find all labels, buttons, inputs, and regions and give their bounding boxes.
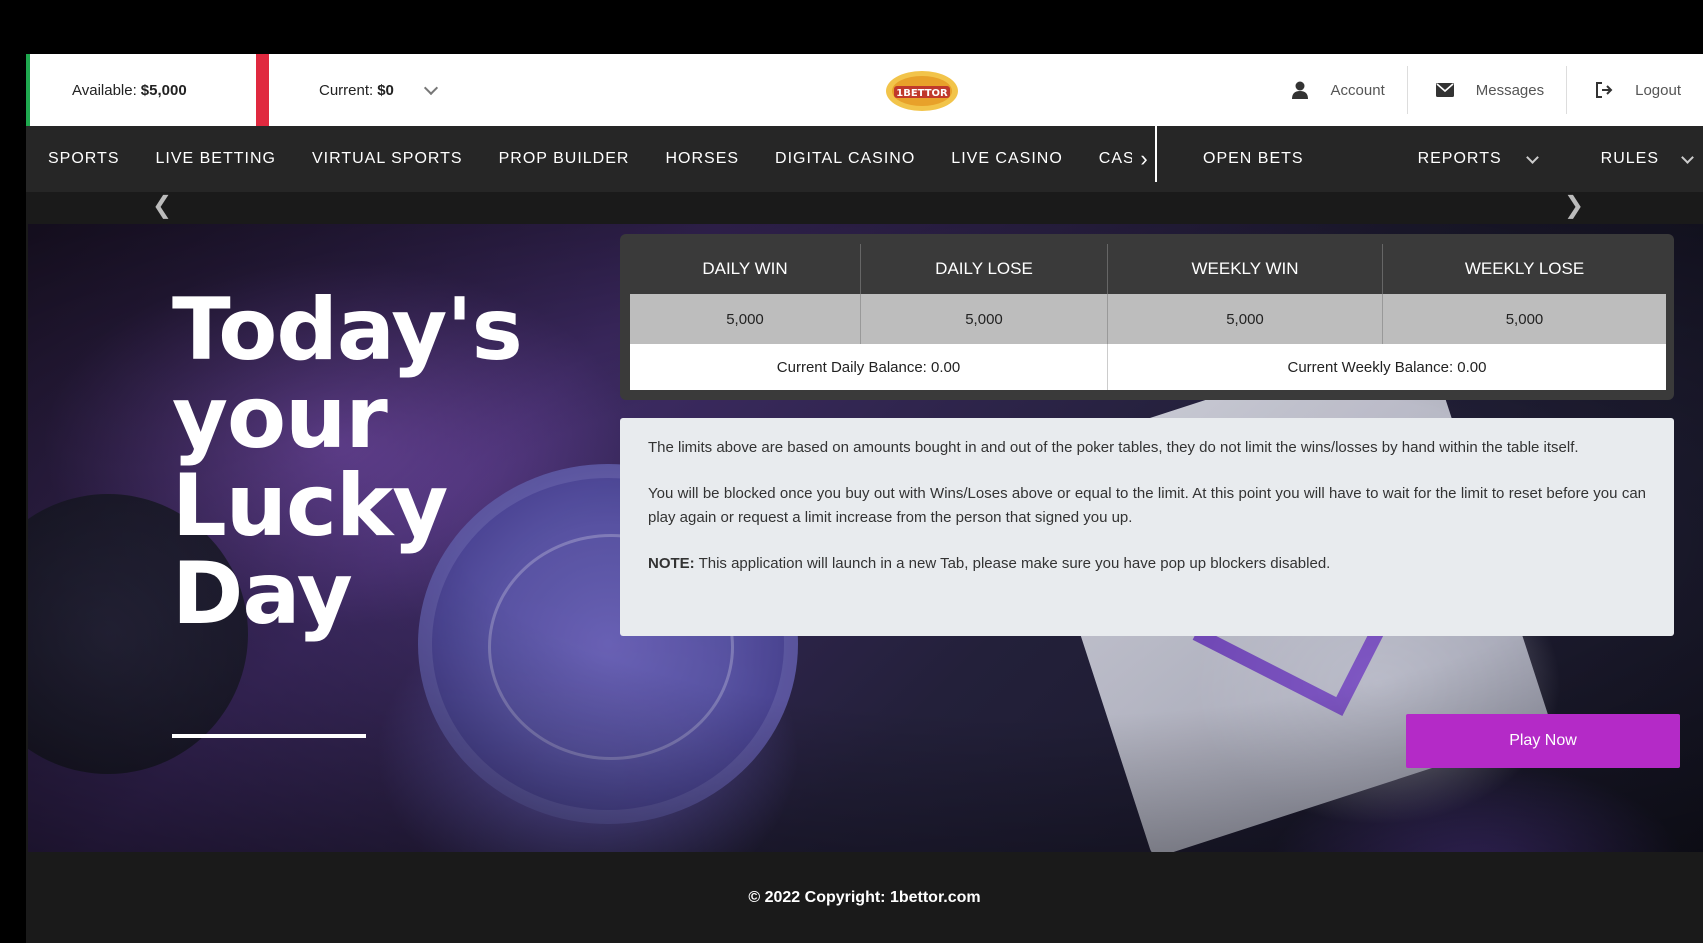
carousel-next-icon[interactable]: ❯ bbox=[1564, 192, 1584, 220]
nav-right: OPEN BETS REPORTS RULES bbox=[1157, 126, 1694, 192]
current-balance-dropdown[interactable]: Current: $0 bbox=[256, 54, 486, 126]
footer-copyright: © 2022 Copyright: 1bettor.com bbox=[26, 852, 1703, 943]
notes-paragraph: The limits above are based on amounts bo… bbox=[648, 439, 1579, 456]
account-link[interactable]: Account bbox=[1263, 66, 1407, 114]
limits-notes: The limits above are based on amounts bo… bbox=[620, 418, 1674, 636]
current-daily-balance: Current Daily Balance: 0.00 bbox=[630, 344, 1108, 390]
chevron-right-icon: › bbox=[1140, 146, 1148, 171]
nav-item-live-betting[interactable]: LIVE BETTING bbox=[156, 150, 276, 168]
notes-note: NOTE: This application will launch in a … bbox=[648, 552, 1646, 576]
header-weekly-win: WEEKLY WIN bbox=[1107, 244, 1383, 294]
value-weekly-win: 5,000 bbox=[1107, 294, 1383, 344]
hero-banner: Today's your Lucky Day DAILY WIN DAILY L… bbox=[28, 224, 1703, 852]
limits-panel: DAILY WIN DAILY LOSE WEEKLY WIN WEEKLY L… bbox=[620, 234, 1674, 400]
nav-item-rules[interactable]: RULES bbox=[1601, 150, 1659, 168]
header-daily-lose: DAILY LOSE bbox=[860, 244, 1108, 294]
logout-icon bbox=[1596, 82, 1613, 98]
available-label: Available: bbox=[72, 81, 137, 99]
play-now-button[interactable]: Play Now bbox=[1406, 714, 1680, 768]
note-text: This application will launch in a new Ta… bbox=[694, 555, 1331, 572]
logo-text: 1BETTOR bbox=[896, 88, 948, 99]
current-label: Current: bbox=[319, 81, 374, 99]
logout-label: Logout bbox=[1635, 81, 1681, 99]
messages-label: Messages bbox=[1475, 81, 1545, 99]
nav-item-casino[interactable]: CASINO bbox=[1099, 150, 1134, 168]
app-window: Available: $5,000 Current: $0 1BETTOR Ac… bbox=[26, 54, 1703, 943]
chevron-down-icon bbox=[423, 80, 438, 96]
current-weekly-balance: Current Weekly Balance: 0.00 bbox=[1107, 344, 1666, 390]
hero-headline: Today's your Lucky Day bbox=[172, 280, 523, 644]
value-daily-lose: 5,000 bbox=[860, 294, 1108, 344]
value-weekly-lose: 5,000 bbox=[1382, 294, 1666, 344]
nav-scroll-right-button[interactable]: › bbox=[1132, 126, 1156, 192]
site-logo[interactable]: 1BETTOR bbox=[884, 68, 960, 114]
account-label: Account bbox=[1330, 81, 1385, 99]
note-label: NOTE: bbox=[648, 555, 695, 572]
nav-item-live-casino[interactable]: LIVE CASINO bbox=[951, 150, 1062, 168]
available-balance: Available: $5,000 bbox=[26, 54, 256, 126]
user-links: Account Messages Logout bbox=[1263, 54, 1703, 126]
messages-link[interactable]: Messages bbox=[1406, 66, 1566, 114]
carousel-arrow-strip: ❮ ❯ bbox=[26, 192, 1703, 220]
header-weekly-lose: WEEKLY LOSE bbox=[1382, 244, 1666, 294]
headline-underline bbox=[172, 734, 366, 738]
header-daily-win: DAILY WIN bbox=[630, 244, 861, 294]
chevron-down-icon[interactable] bbox=[1525, 150, 1539, 164]
logout-link[interactable]: Logout bbox=[1566, 66, 1703, 114]
value-daily-win: 5,000 bbox=[630, 294, 861, 344]
nav-item-horses[interactable]: HORSES bbox=[665, 150, 739, 168]
nav-item-open-bets[interactable]: OPEN BETS bbox=[1203, 150, 1304, 168]
chevron-down-icon[interactable] bbox=[1681, 150, 1694, 164]
envelope-icon bbox=[1435, 83, 1454, 97]
limits-table: DAILY WIN DAILY LOSE WEEKLY WIN WEEKLY L… bbox=[630, 244, 1666, 390]
user-icon bbox=[1291, 81, 1308, 99]
available-value: $5,000 bbox=[140, 81, 187, 99]
nav-item-sports[interactable]: SPORTS bbox=[48, 150, 120, 168]
carousel-prev-icon[interactable]: ❮ bbox=[152, 192, 172, 220]
nav-item-prop-builder[interactable]: PROP BUILDER bbox=[499, 150, 630, 168]
nav-scroll: SPORTS LIVE BETTING VIRTUAL SPORTS PROP … bbox=[26, 126, 1134, 192]
current-value: $0 bbox=[377, 81, 394, 99]
nav-item-reports[interactable]: REPORTS bbox=[1418, 150, 1502, 168]
nav-item-virtual-sports[interactable]: VIRTUAL SPORTS bbox=[312, 150, 463, 168]
nav-item-digital-casino[interactable]: DIGITAL CASINO bbox=[775, 150, 915, 168]
notes-paragraph: You will be blocked once you buy out wit… bbox=[648, 485, 1646, 526]
top-bar: Available: $5,000 Current: $0 1BETTOR Ac… bbox=[26, 54, 1703, 126]
